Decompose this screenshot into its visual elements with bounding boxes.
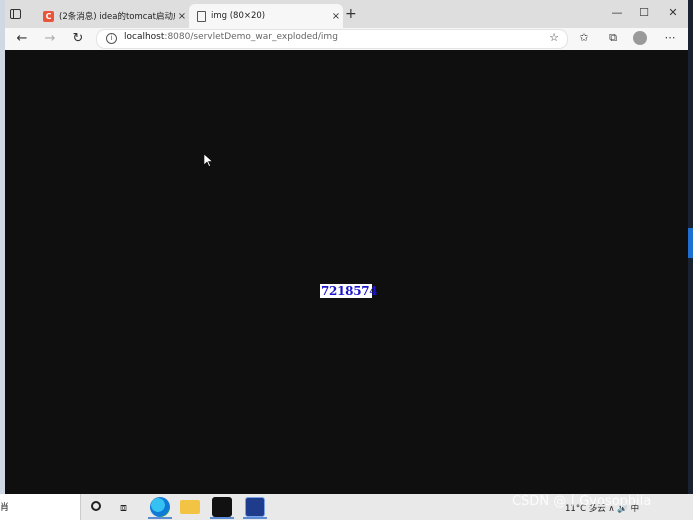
more-menu-icon[interactable]: ⋯ <box>662 31 678 44</box>
tab-label: img (80×20) <box>211 11 266 21</box>
search-text: 肖 <box>0 503 10 513</box>
reload-icon[interactable]: ↻ <box>68 31 88 47</box>
profile-avatar-icon[interactable] <box>633 31 647 45</box>
site-info-icon[interactable]: i <box>106 33 117 44</box>
add-favorite-icon[interactable]: ☆ <box>546 31 562 44</box>
document-favicon-icon <box>197 10 206 22</box>
remote-desktop-icon[interactable] <box>245 497 265 517</box>
close-tab-icon[interactable]: × <box>175 11 189 22</box>
mouse-cursor-icon <box>204 154 213 167</box>
intellij-idea-icon[interactable] <box>212 497 232 517</box>
back-arrow-icon[interactable]: ← <box>12 31 32 47</box>
edge-icon[interactable] <box>150 497 170 517</box>
favorites-icon[interactable]: ✩ <box>576 31 592 44</box>
csdn-favicon-icon: C <box>43 10 54 22</box>
tab-label: (2条消息) idea的tomcat启动成功 <box>59 12 175 22</box>
close-window-button[interactable]: ✕ <box>660 6 686 19</box>
url-path: :8080/servletDemo_war_exploded/img <box>164 32 338 42</box>
forward-arrow-icon[interactable]: → <box>40 31 60 47</box>
taskbar-search-box[interactable] <box>0 494 81 520</box>
file-explorer-icon[interactable] <box>180 500 200 514</box>
new-tab-button[interactable]: + <box>345 7 357 21</box>
maximize-button[interactable]: ☐ <box>631 6 657 19</box>
url-text[interactable]: localhost:8080/servletDemo_war_exploded/… <box>124 32 338 42</box>
captcha-text: 7218574 <box>321 284 378 298</box>
tab-img[interactable]: img (80×20) × <box>189 4 343 28</box>
page-viewport <box>5 50 688 494</box>
collections-icon[interactable]: ⧉ <box>605 31 621 45</box>
desktop-right-edge <box>688 0 693 494</box>
cortana-icon[interactable] <box>91 501 101 511</box>
active-app-indicator <box>148 517 172 519</box>
task-view-icon[interactable]: ⧈ <box>120 501 127 515</box>
close-tab-icon[interactable]: × <box>329 11 343 22</box>
running-app-indicator <box>243 517 267 519</box>
minimize-button[interactable]: — <box>604 6 630 19</box>
tab-actions-icon[interactable] <box>10 9 21 19</box>
running-app-indicator <box>210 517 234 519</box>
csdn-watermark: CSDN @丨Gyosophila <box>512 494 652 509</box>
tab-csdn[interactable]: C (2条消息) idea的tomcat启动成功 × <box>37 4 189 28</box>
url-host: localhost <box>124 32 165 42</box>
